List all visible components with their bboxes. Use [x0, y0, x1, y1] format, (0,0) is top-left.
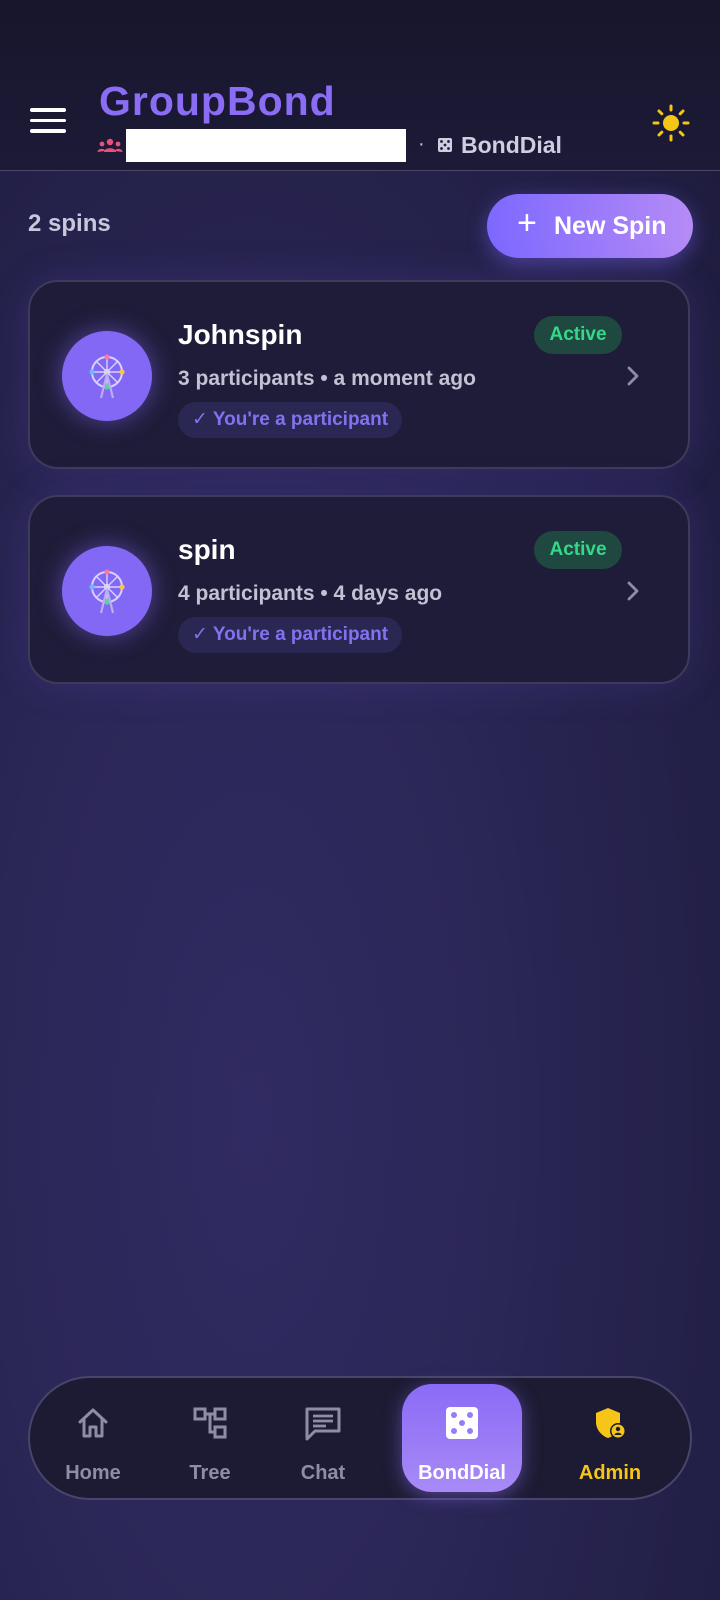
ferris-wheel-icon: [89, 354, 125, 399]
spin-avatar: [62, 546, 152, 636]
status-badge: Active: [534, 316, 622, 354]
menu-bar: [30, 129, 66, 133]
nav-item-admin[interactable]: Admin: [570, 1378, 650, 1498]
menu-bar: [30, 108, 66, 112]
plus-icon: +: [517, 204, 537, 242]
nav-label: Chat: [300, 1462, 346, 1484]
group-name-redacted: [126, 129, 406, 162]
nav-label: Home: [65, 1462, 121, 1484]
nav-item-bonddial[interactable]: BondDial: [402, 1378, 522, 1498]
tree-icon: [193, 1407, 227, 1439]
spin-title: spin: [178, 534, 236, 565]
new-spin-button[interactable]: + New Spin: [487, 194, 693, 258]
status-badge: Active: [534, 531, 622, 569]
nav-label: Admin: [578, 1462, 642, 1484]
spin-count: 2 spins: [28, 210, 111, 237]
sun-icon[interactable]: [652, 104, 690, 142]
menu-button[interactable]: [30, 108, 66, 136]
spin-avatar: [62, 331, 152, 421]
nav-item-chat[interactable]: Chat: [288, 1378, 358, 1498]
group-icon: [97, 138, 123, 152]
chat-icon: [305, 1407, 341, 1441]
nav-label: Tree: [189, 1462, 231, 1484]
spin-meta: 4 participants • 4 days ago: [178, 582, 443, 605]
menu-bar: [30, 118, 66, 122]
spin-title: Johnspin: [178, 319, 303, 350]
dice-icon: [446, 1407, 478, 1439]
spin-card[interactable]: spin 4 participants • 4 days ago ✓ You'r…: [28, 495, 690, 684]
admin-shield-icon: [596, 1408, 626, 1439]
app-title: GroupBond: [99, 78, 336, 124]
chevron-right-icon: [627, 581, 639, 601]
new-spin-label: New Spin: [554, 212, 667, 240]
bottom-nav: Home Tree Chat BondDial Admin: [28, 1376, 692, 1500]
spin-card[interactable]: Johnspin 3 participants • a moment ago ✓…: [28, 280, 690, 469]
spin-meta: 3 participants • a moment ago: [178, 367, 476, 390]
participant-badge: ✓ You're a participant: [178, 617, 403, 653]
section-name: BondDial: [461, 132, 562, 158]
nav-item-tree[interactable]: Tree: [175, 1378, 245, 1498]
chevron-right-icon: [627, 366, 639, 386]
header-separator: ·: [418, 133, 425, 155]
ferris-wheel-icon: [89, 569, 125, 614]
home-icon: [78, 1408, 108, 1438]
participant-badge: ✓ You're a participant: [178, 402, 403, 438]
app-header: GroupBond · BondDial: [0, 0, 720, 171]
nav-label: BondDial: [418, 1462, 506, 1484]
nav-item-home[interactable]: Home: [54, 1378, 132, 1498]
dice-icon: [438, 138, 452, 152]
